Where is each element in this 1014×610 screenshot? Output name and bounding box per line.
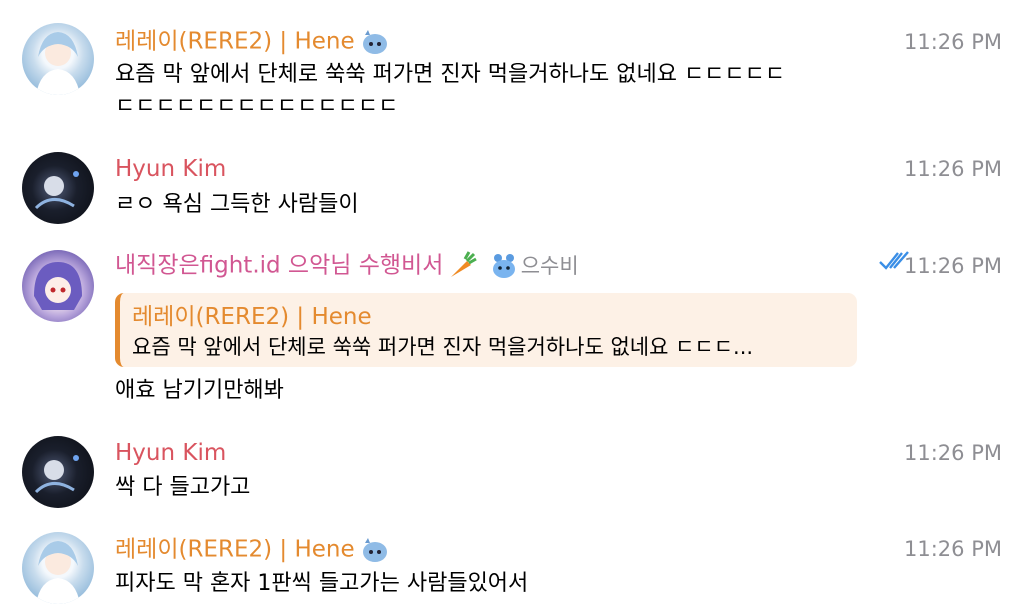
sender-name-text: 내직장은fight.id 으악님 수행비서 xyxy=(115,252,444,279)
sender-name[interactable]: 내직장은fight.id 으악님 수행비서 으수비 xyxy=(115,251,579,281)
avatar-illustration xyxy=(36,541,80,604)
reply-text: 요즘 막 앞에서 단체로 쑥쑥 퍼가면 진자 먹을거하나도 없네요 ㄷㄷㄷ... xyxy=(132,335,754,359)
sender-name-text: 레레이(RERE2) | Hene xyxy=(115,28,355,55)
reply-sender: 레레이(RERE2) | Hene xyxy=(132,304,372,330)
message-1[interactable]: 레레이(RERE2) | Hene 11:26 PM 요즘 막 앞에서 단체로 … xyxy=(0,0,1014,140)
sender-name[interactable]: Hyun Kim xyxy=(115,439,226,467)
reply-preview[interactable]: 레레이(RERE2) | Hene 요즘 막 앞에서 단체로 쑥쑥 퍼가면 진자… xyxy=(115,293,857,367)
avatar[interactable] xyxy=(22,152,94,224)
message-4[interactable]: Hyun Kim 11:26 PM 싹 다 들고가고 xyxy=(0,424,1014,524)
sender-name-text: 레레이(RERE2) | Hene xyxy=(115,536,355,563)
sender-name[interactable]: Hyun Kim xyxy=(115,155,226,183)
mascot-emoji-icon xyxy=(362,538,387,562)
carrot-emoji-icon xyxy=(451,251,478,277)
avatar[interactable] xyxy=(22,23,94,95)
message-5[interactable]: 레레이(RERE2) | Hene 11:26 PM 피자도 막 혼자 1판씩 … xyxy=(0,520,1014,610)
sender-name[interactable]: 레레이(RERE2) | Hene xyxy=(115,535,389,565)
sender-name[interactable]: 레레이(RERE2) | Hene xyxy=(115,27,389,57)
avatar-illustration xyxy=(36,32,80,95)
timestamp: 11:26 PM xyxy=(904,157,1002,181)
timestamp: 11:26 PM xyxy=(904,30,1002,54)
message-2[interactable]: Hyun Kim 11:26 PM ㄹㅇ 욕심 그득한 사람들이 xyxy=(0,140,1014,240)
message-text: 요즘 막 앞에서 단체로 쑥쑥 퍼가면 진자 먹을거하나도 없네요 ㄷㄷㄷㄷㄷ … xyxy=(115,59,875,123)
mascot-emoji-icon xyxy=(362,30,387,54)
timestamp: 11:26 PM xyxy=(904,254,1002,278)
avatar[interactable] xyxy=(22,532,94,604)
timestamp: 11:26 PM xyxy=(904,537,1002,561)
avatar-illustration xyxy=(34,455,79,494)
message-text: 피자도 막 혼자 1판씩 들고가는 사람들있어서 xyxy=(115,571,529,596)
timestamp: 11:26 PM xyxy=(904,441,1002,465)
message-3[interactable]: 내직장은fight.id 으악님 수행비서 으수비 11:26 PM 레레이(R… xyxy=(0,240,1014,420)
blue-mascot-emoji-icon xyxy=(492,254,515,278)
message-text: 애효 남기기만해봐 xyxy=(115,378,284,403)
message-text: 싹 다 들고가고 xyxy=(115,475,251,500)
message-text: ㄹㅇ 욕심 그득한 사람들이 xyxy=(115,192,359,217)
avatar[interactable] xyxy=(22,250,94,322)
avatar-illustration xyxy=(34,171,79,210)
message-text-line-2: ㄷㄷㄷㄷㄷㄷㄷㄷㄷㄷㄷㄷㄷㄷ xyxy=(115,94,399,119)
avatar[interactable] xyxy=(22,436,94,508)
message-text-line-1: 요즘 막 앞에서 단체로 쑥쑥 퍼가면 진자 먹을거하나도 없네요 ㄷㄷㄷㄷㄷ xyxy=(115,62,786,87)
sender-tag: 으수비 xyxy=(520,253,579,278)
avatar-illustration xyxy=(34,262,82,310)
